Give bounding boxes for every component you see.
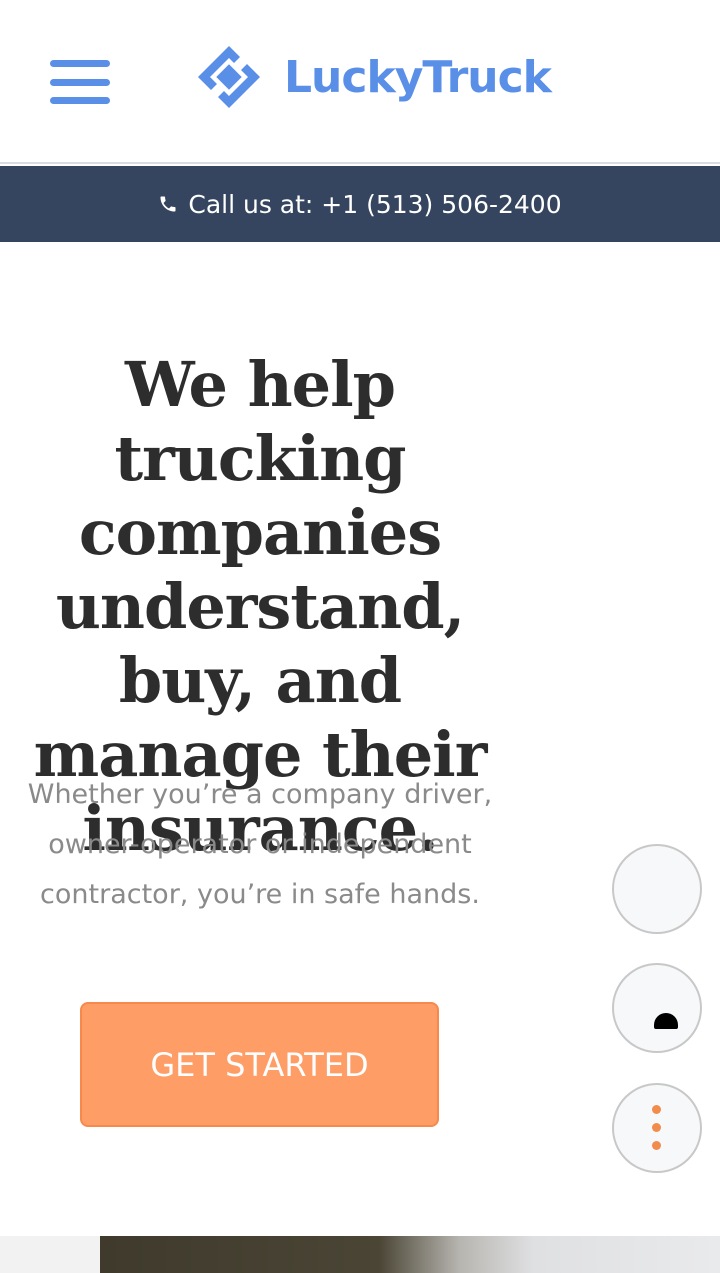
site-logo[interactable]: LuckyTruck — [196, 44, 552, 110]
site-header: LuckyTruck — [0, 0, 720, 164]
dot — [652, 1141, 661, 1150]
dot — [652, 1123, 661, 1132]
menu-bar — [50, 97, 110, 104]
hero-image-section — [0, 1236, 720, 1273]
hero-photo — [100, 1236, 720, 1273]
luckytruck-logo-icon — [198, 46, 260, 108]
get-started-label: GET STARTED — [150, 1045, 369, 1084]
get-started-button[interactable]: GET STARTED — [80, 1002, 439, 1127]
chat-button[interactable] — [612, 963, 702, 1053]
call-us-text: Call us at: +1 (513) 506-2400 — [188, 189, 562, 219]
logo-text: LuckyTruck — [284, 51, 552, 103]
more-vertical-icon — [652, 1105, 662, 1151]
page: LuckyTruck Call us at: +1 (513) 506-2400… — [0, 0, 720, 1273]
hamburger-menu-icon[interactable] — [50, 60, 110, 104]
phone-icon — [160, 196, 176, 212]
dot — [652, 1105, 661, 1114]
menu-bar — [50, 60, 110, 67]
floating-button-1[interactable] — [612, 844, 702, 934]
menu-bar — [50, 78, 110, 86]
call-us-bar[interactable]: Call us at: +1 (513) 506-2400 — [0, 166, 720, 242]
hero-subtitle: Whether you’re a company driver, owner-o… — [27, 779, 493, 910]
